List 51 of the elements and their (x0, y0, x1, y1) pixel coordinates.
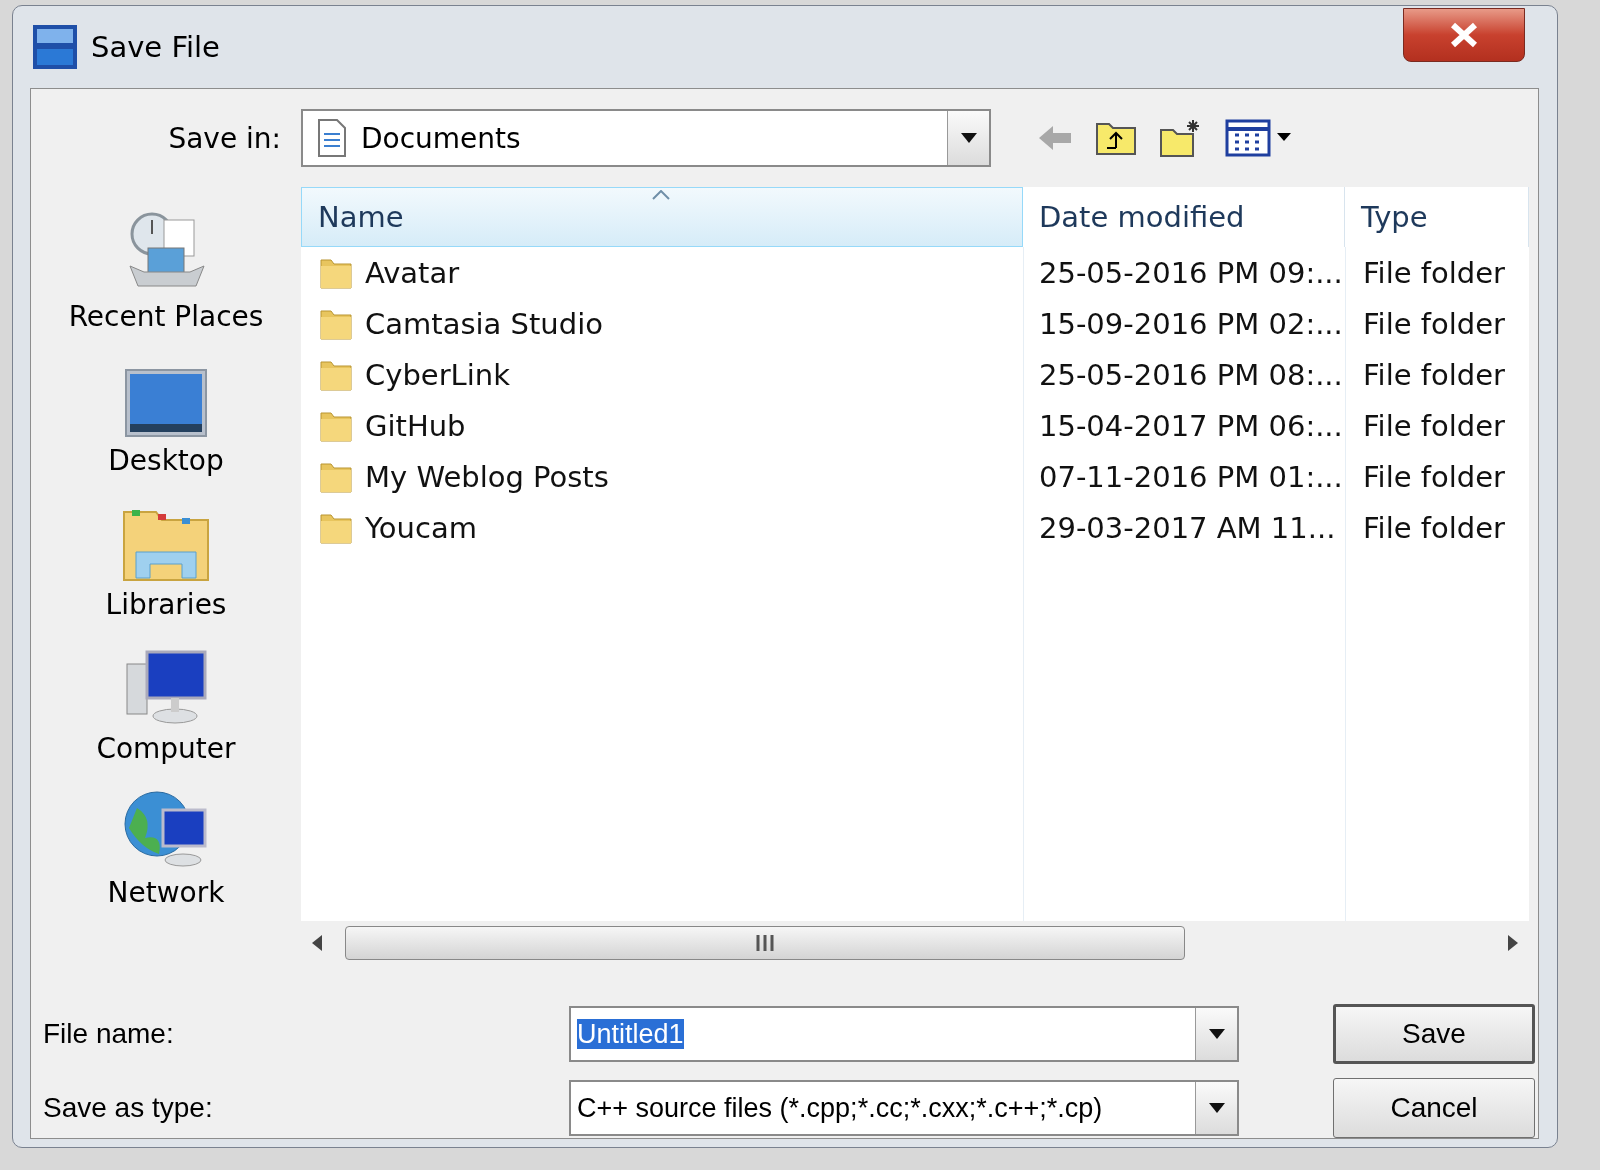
sort-ascending-icon (652, 190, 670, 200)
place-label[interactable]: Computer (96, 732, 236, 765)
file-name-cell[interactable]: CyberLink (365, 357, 510, 392)
column-header[interactable]: Name (301, 187, 1023, 247)
place-label[interactable]: Recent Places (68, 300, 264, 333)
file-name-cell[interactable]: My Weblog Posts (365, 459, 609, 494)
close-button[interactable] (1403, 8, 1525, 62)
date-modified-cell-text: 25-05-2016 PM 09:... (1038, 255, 1344, 290)
save-in-dropdown[interactable]: Documents (301, 109, 991, 167)
document-icon (317, 118, 347, 158)
dropdown-arrow-icon (960, 133, 977, 143)
column-header[interactable]: Date modified (1023, 187, 1345, 247)
file-name-cell[interactable]: GitHub (365, 408, 466, 443)
save-in-label: Save in: (167, 121, 281, 155)
computer-icon (123, 650, 209, 726)
scroll-right-icon[interactable] (1507, 934, 1519, 952)
file-type-cell-text: File folder (1362, 510, 1506, 545)
file-type-cell-text: File folder (1362, 255, 1506, 290)
save-as-type-dropdown[interactable]: C++ source files (*.cpp;*.cc;*.cxx;*.c++;*.cp) (569, 1080, 1239, 1136)
file-name-field[interactable]: Untitled1 (569, 1006, 1239, 1062)
network-globe-icon (123, 788, 209, 870)
column-header[interactable]: Type (1345, 187, 1529, 247)
place-label[interactable]: Desktop (108, 444, 224, 477)
up-folder-icon[interactable] (1095, 120, 1137, 156)
dialog-button[interactable]: Cancel (1333, 1078, 1535, 1138)
file-type-cell-text: File folder (1362, 408, 1506, 443)
file-name-label: File name: (43, 1018, 175, 1050)
dropdown-arrow-icon (1208, 1029, 1225, 1039)
file-name-cell[interactable]: Youcam (365, 510, 477, 545)
save-as-type-label: Save as type: (43, 1092, 214, 1124)
date-modified-cell-text: 15-09-2016 PM 02:... (1038, 306, 1344, 341)
scroll-left-icon[interactable] (311, 934, 323, 952)
dropdown-arrow-icon (1208, 1103, 1225, 1113)
file-type-cell-text: File folder (1362, 459, 1506, 494)
close-icon (1449, 22, 1479, 48)
horizontal-scroll-thumb[interactable] (345, 926, 1185, 960)
file-type-cell-text: File folder (1362, 357, 1506, 392)
app-icon (33, 25, 77, 69)
place-label[interactable]: Network (107, 876, 225, 909)
grip-icon (755, 935, 775, 951)
date-modified-cell-text: 15-04-2017 PM 06:... (1038, 408, 1344, 443)
file-type-cell-text: File folder (1362, 306, 1506, 341)
desktop-monitor-icon (124, 368, 208, 438)
window-title: Save File (91, 30, 220, 64)
date-modified-cell-text: 29-03-2017 AM 11... (1038, 510, 1337, 545)
place-label[interactable]: Libraries (105, 588, 227, 621)
dialog-button[interactable]: Save (1333, 1004, 1535, 1064)
date-modified-cell-text: 07-11-2016 PM 01:... (1038, 459, 1344, 494)
file-name-cell[interactable]: Avatar (365, 255, 460, 290)
file-name-cell[interactable]: Camtasia Studio (365, 306, 603, 341)
date-modified-cell-text: 25-05-2016 PM 08:... (1038, 357, 1344, 392)
